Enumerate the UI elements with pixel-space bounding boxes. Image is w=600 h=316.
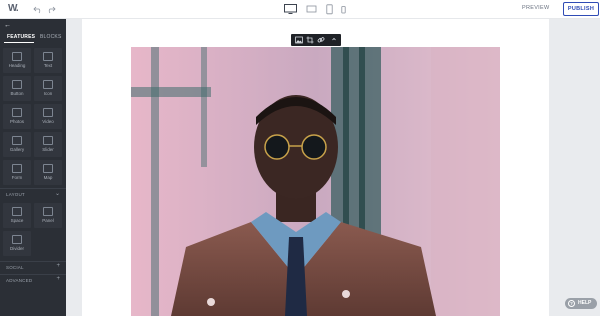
tile-label: Panel: [42, 218, 54, 223]
tile-button[interactable]: Button: [3, 76, 31, 101]
tile-label: Divider: [9, 246, 24, 251]
image-toolbar: [291, 34, 341, 46]
gallery-icon: [12, 136, 22, 145]
tile-map[interactable]: Map: [34, 160, 62, 185]
logo[interactable]: W.: [8, 4, 20, 14]
tile-gallery[interactable]: Gallery: [3, 132, 31, 157]
tile-video[interactable]: Video: [34, 104, 62, 129]
undo-icon[interactable]: [33, 4, 43, 14]
slider-icon: [43, 136, 53, 145]
tile-label: Photos: [9, 119, 24, 124]
tile-photos[interactable]: Photos: [3, 104, 31, 129]
tile-space[interactable]: Space: [3, 203, 31, 228]
image-icon[interactable]: [295, 36, 303, 44]
video-icon: [43, 108, 53, 117]
text-icon: [43, 52, 53, 61]
advanced-section-header[interactable]: ADVANCED +: [0, 274, 66, 284]
map-icon: [43, 164, 53, 173]
tile-label: Button: [10, 91, 24, 96]
tile-label: Slider: [42, 147, 54, 152]
icon-icon: [43, 80, 53, 89]
tile-slider[interactable]: Slider: [34, 132, 62, 157]
panel-icon: [43, 207, 53, 216]
redo-icon[interactable]: [46, 4, 56, 14]
section-title: LAYOUT: [6, 192, 25, 197]
tab-features[interactable]: FEATURES: [7, 34, 35, 40]
link-icon[interactable]: [317, 36, 325, 44]
divider-icon: [12, 235, 22, 244]
back-arrow-icon[interactable]: ←: [4, 22, 11, 29]
tile-label: Heading: [8, 63, 26, 68]
tile-text[interactable]: Text: [34, 48, 62, 73]
preview-button[interactable]: PREVIEW: [522, 5, 549, 11]
tile-label: Space: [10, 218, 24, 223]
tile-divider[interactable]: Divider: [3, 231, 31, 256]
plus-icon: +: [56, 276, 60, 282]
help-label: HELP: [578, 300, 592, 306]
form-icon: [12, 164, 22, 173]
tile-label: Icon: [43, 91, 53, 96]
tab-blocks[interactable]: BLOCKS: [40, 34, 62, 40]
top-bar: W. PREVIEW PUBLISH: [0, 0, 600, 19]
help-button[interactable]: ? HELP: [565, 298, 597, 309]
plus-icon: +: [56, 263, 60, 269]
section-title: ADVANCED: [6, 278, 33, 283]
active-tab-indicator: [4, 42, 34, 43]
sidebar: ← FEATURES BLOCKS Heading Text Button Ic…: [0, 19, 66, 316]
social-section-header[interactable]: SOCIAL +: [0, 261, 66, 271]
canvas-gutter-right: [549, 19, 600, 316]
tile-icon[interactable]: Icon: [34, 76, 62, 101]
tile-form[interactable]: Form: [3, 160, 31, 185]
desktop-icon[interactable]: [284, 4, 297, 15]
hero-photo[interactable]: [131, 47, 500, 316]
canvas-gutter-left: [66, 19, 82, 316]
sidebar-tabs: FEATURES BLOCKS: [0, 32, 66, 44]
crop-icon[interactable]: [306, 36, 314, 44]
tablet-icon[interactable]: [326, 4, 333, 15]
tile-label: Map: [43, 175, 53, 180]
tile-label: Gallery: [9, 147, 25, 152]
tile-panel[interactable]: Panel: [34, 203, 62, 228]
more-icon[interactable]: [330, 36, 338, 44]
tile-heading[interactable]: Heading: [3, 48, 31, 73]
mobile-icon[interactable]: [341, 4, 346, 15]
publish-button[interactable]: PUBLISH: [563, 2, 599, 16]
photo-icon: [12, 108, 22, 117]
tile-label: Text: [43, 63, 53, 68]
space-icon: [12, 207, 22, 216]
button-icon: [12, 80, 22, 89]
tile-label: Video: [42, 119, 54, 124]
heading-icon: [12, 52, 22, 61]
layout-section-header[interactable]: LAYOUT ⌄: [0, 188, 66, 198]
laptop-icon[interactable]: [306, 4, 317, 15]
chevron-down-icon: ⌄: [54, 191, 60, 197]
section-title: SOCIAL: [6, 265, 24, 270]
tile-label: Form: [11, 175, 23, 180]
question-icon: ?: [568, 300, 575, 307]
